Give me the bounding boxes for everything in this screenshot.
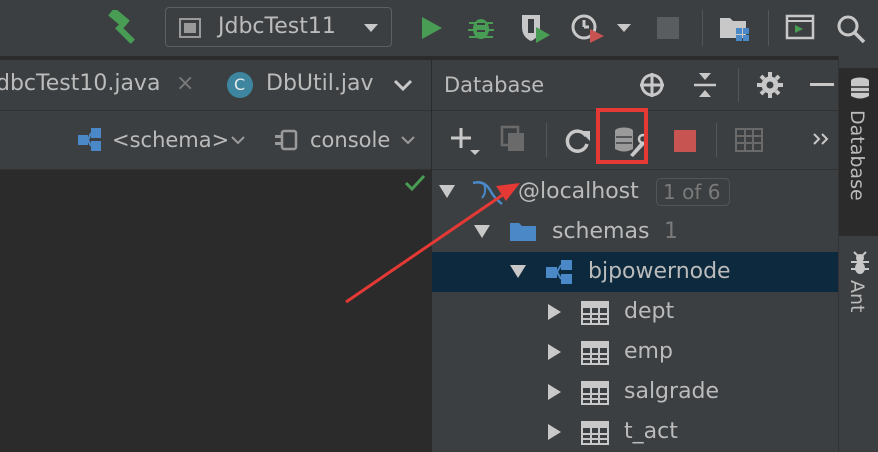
annotation-arrow [345, 183, 520, 304]
